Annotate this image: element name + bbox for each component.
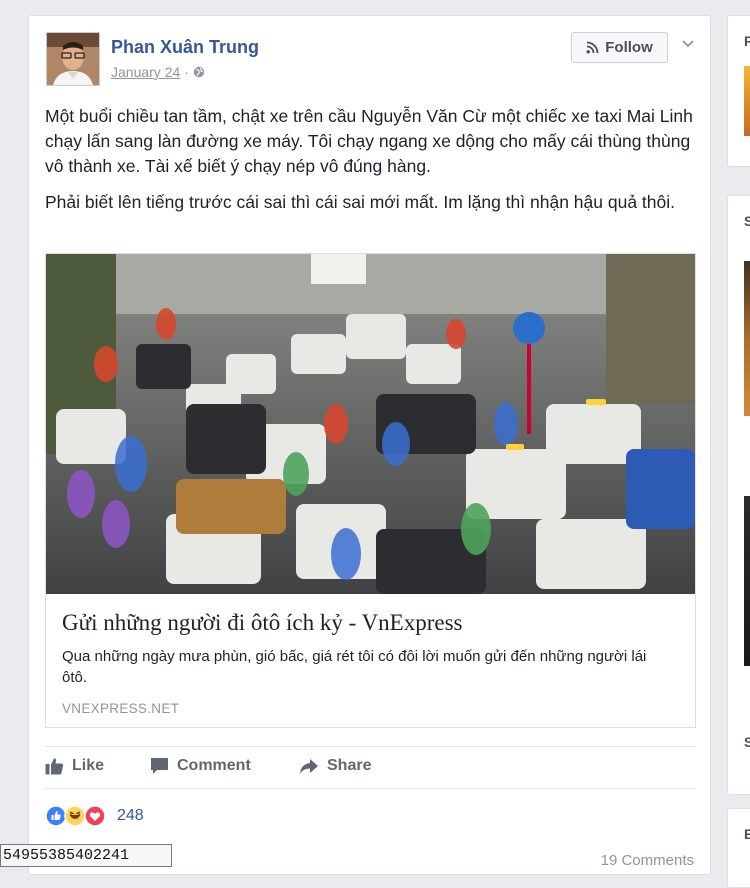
like-button[interactable]: Like	[45, 757, 104, 775]
right-column-thumbnail[interactable]	[744, 496, 750, 666]
comments-count[interactable]: 19 Comments	[601, 852, 694, 869]
like-label: Like	[72, 757, 105, 774]
divider	[45, 788, 696, 789]
divider	[45, 746, 696, 747]
post-meta: January 24 ·	[111, 64, 205, 80]
avatar[interactable]	[46, 32, 100, 86]
post-text: Một buổi chiều tan tầm, chật xe trên cầu…	[45, 104, 695, 226]
right-column-heading: F	[744, 33, 750, 49]
link-title[interactable]: Gửi những người đi ôtô ích kỷ - VnExpres…	[62, 610, 463, 636]
post-card: Phan Xuân Trung January 24 · Follow Một …	[28, 15, 711, 875]
right-column-heading: S	[744, 213, 750, 229]
reactions-summary[interactable]: 248	[45, 805, 144, 827]
comment-button[interactable]: Comment	[150, 757, 251, 775]
right-column-thumbnail[interactable]	[744, 261, 750, 416]
follow-label: Follow	[605, 39, 653, 56]
right-column-card-3: E	[727, 808, 750, 888]
avatar-photo	[47, 33, 99, 85]
post-date[interactable]: January 24	[111, 64, 180, 80]
link-preview[interactable]: Gửi những người đi ôtô ích kỷ - VnExpres…	[45, 253, 696, 728]
link-description: Qua những ngày mưa phùn, gió bấc, giá ré…	[62, 648, 647, 686]
author-name[interactable]: Phan Xuân Trung	[111, 37, 259, 58]
share-label: Share	[327, 757, 372, 774]
share-arrow-icon	[299, 758, 319, 775]
chevron-down-icon[interactable]	[681, 36, 695, 50]
rss-icon	[586, 41, 599, 54]
globe-icon[interactable]	[193, 66, 205, 78]
meta-separator: ·	[184, 64, 189, 80]
right-column-card-1: F	[727, 15, 750, 167]
right-column-card-2: S S	[727, 195, 750, 795]
share-button[interactable]: Share	[299, 757, 371, 775]
right-column-thumbnail[interactable]	[744, 66, 750, 136]
reactions-count: 248	[117, 807, 144, 824]
id-tooltip: 54955385402241	[0, 844, 172, 867]
link-domain: VNEXPRESS.NET	[62, 701, 180, 716]
comment-label: Comment	[177, 757, 251, 774]
post-paragraph: Phải biết lên tiếng trước cái sai thì cá…	[45, 192, 675, 212]
follow-button[interactable]: Follow	[571, 32, 668, 63]
right-column-heading: E	[744, 826, 750, 842]
comment-icon	[150, 757, 169, 775]
traffic-photo[interactable]	[46, 254, 695, 594]
right-column-heading: S	[744, 734, 750, 750]
post-paragraph: Một buổi chiều tan tầm, chật xe trên cầu…	[45, 106, 693, 176]
reaction-icons	[45, 805, 106, 827]
thumbs-up-icon	[45, 757, 64, 775]
